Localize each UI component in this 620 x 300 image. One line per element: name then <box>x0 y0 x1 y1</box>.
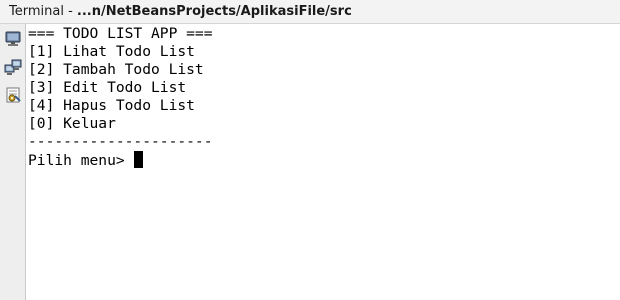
monitor-icon[interactable] <box>4 30 22 48</box>
window-title-label: Terminal - <box>9 4 77 19</box>
menu-option-view: [1] Lihat Todo List <box>28 43 195 60</box>
menu-header-line: === TODO LIST APP === <box>28 25 213 42</box>
menu-separator-line: --------------------- <box>28 133 213 150</box>
settings-document-icon[interactable] <box>4 86 22 104</box>
menu-option-exit: [0] Keluar <box>28 115 116 132</box>
window-title-path: ...n/NetBeansProjects/AplikasiFile/src <box>76 4 352 19</box>
terminal-window: Terminal - ...n/NetBeansProjects/Aplikas… <box>0 0 620 300</box>
prompt-text: Pilih menu> <box>28 152 134 169</box>
terminal-side-toolbar <box>0 24 26 300</box>
window-title-bar[interactable]: Terminal - ...n/NetBeansProjects/Aplikas… <box>0 0 620 24</box>
terminal-output[interactable]: === TODO LIST APP === [1] Lihat Todo Lis… <box>27 24 620 300</box>
menu-option-edit: [3] Edit Todo List <box>28 79 187 96</box>
network-computers-icon[interactable] <box>4 59 22 77</box>
command-prompt-line[interactable]: Pilih menu> <box>28 151 620 169</box>
menu-option-add: [2] Tambah Todo List <box>28 61 204 78</box>
text-cursor <box>134 151 144 168</box>
menu-option-delete: [4] Hapus Todo List <box>28 97 195 114</box>
